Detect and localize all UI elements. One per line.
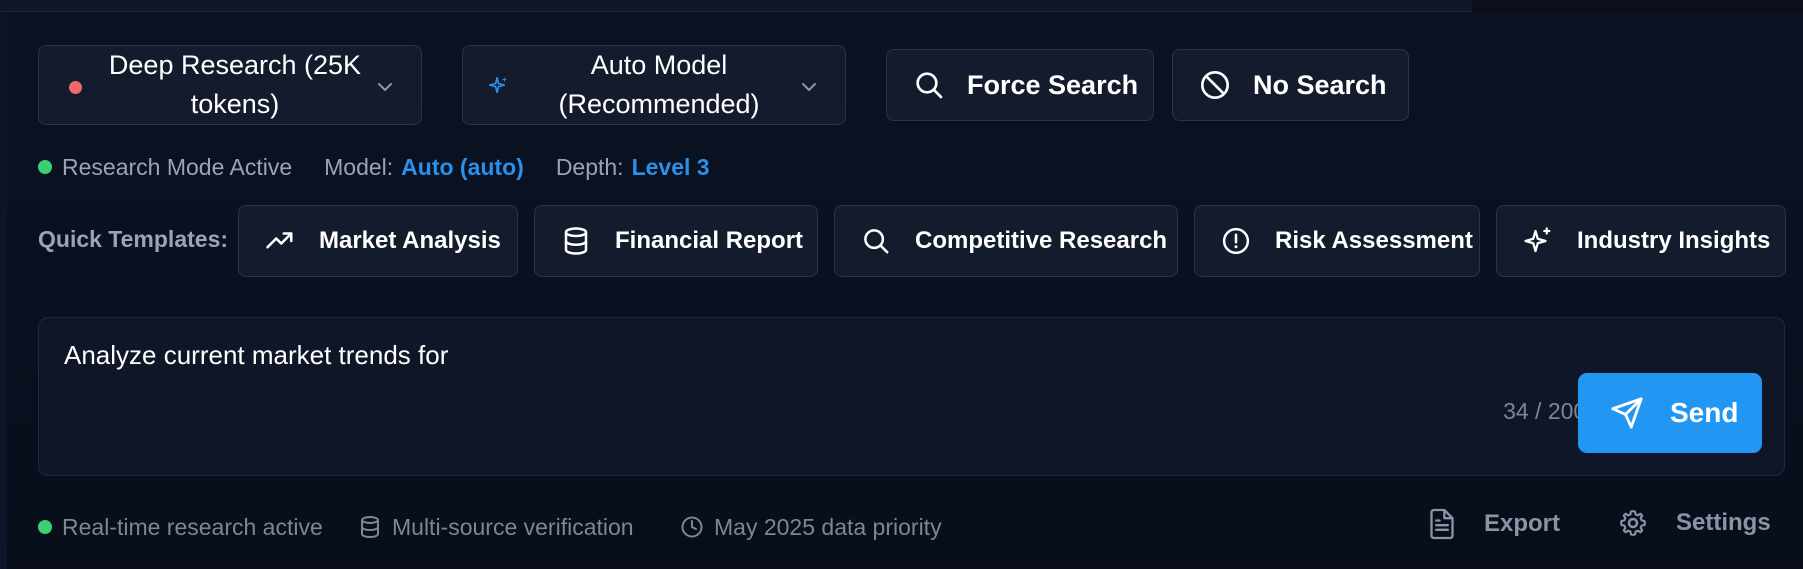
send-icon <box>1611 397 1643 429</box>
depth-status-label: Depth: <box>555 153 624 180</box>
chevron-down-icon <box>378 83 392 91</box>
prompt-input-text[interactable]: Analyze current market trends for <box>64 340 448 371</box>
top-header-strip <box>0 0 1803 12</box>
research-mode-label: Deep Research (25K tokens) <box>108 50 362 119</box>
prompt-input-area[interactable]: Analyze current market trends for 34 / 2… <box>38 317 1785 476</box>
template-industry-insights-button[interactable]: Industry Insights <box>1496 205 1786 277</box>
database-icon <box>564 227 588 255</box>
sparkle-icon <box>488 76 508 94</box>
model-select[interactable]: Auto Model (Recommended) <box>462 45 846 125</box>
left-edge-panel <box>0 12 7 569</box>
settings-button[interactable]: Settings <box>1618 508 1771 538</box>
footer-verification: Multi-source verification <box>358 512 634 542</box>
mode-indicator-dot <box>69 81 82 94</box>
active-status-dot <box>38 160 52 174</box>
research-mode-select[interactable]: Deep Research (25K tokens) <box>38 45 422 125</box>
alert-circle-icon <box>1222 227 1250 255</box>
top-header-strip-right <box>1472 0 1803 12</box>
research-status-line: Research Mode Active Model: Auto (auto) … <box>38 152 710 182</box>
template-label: Industry Insights <box>1577 227 1771 254</box>
trending-up-icon <box>266 232 293 249</box>
footer-priority: May 2025 data priority <box>680 512 942 542</box>
ban-icon <box>1201 71 1229 99</box>
file-text-icon <box>1430 508 1454 540</box>
realtime-text: Real-time research active <box>62 513 323 540</box>
settings-label: Settings <box>1676 509 1771 536</box>
priority-text: May 2025 data priority <box>714 513 942 540</box>
database-icon <box>361 516 379 539</box>
model-label: Auto Model (Recommended) <box>558 50 760 119</box>
template-label: Market Analysis <box>319 227 501 254</box>
verification-text: Multi-source verification <box>392 513 634 540</box>
search-icon <box>864 229 889 254</box>
template-label: Competitive Research <box>915 227 1168 254</box>
model-status-label: Model: <box>324 153 394 180</box>
model-status-value: Auto (auto) <box>401 153 524 180</box>
no-search-label: No Search <box>1253 69 1387 100</box>
sparkles-icon <box>1524 227 1551 253</box>
chevron-down-icon <box>802 83 816 91</box>
quick-templates-label: Quick Templates: <box>38 226 229 252</box>
template-risk-assessment-button[interactable]: Risk Assessment <box>1194 205 1480 277</box>
template-market-analysis-button[interactable]: Market Analysis <box>238 205 518 277</box>
realtime-status-dot <box>38 520 52 534</box>
force-search-label: Force Search <box>967 69 1139 100</box>
template-label: Financial Report <box>615 227 804 254</box>
depth-status-value: Level 3 <box>631 153 710 180</box>
search-icon <box>916 72 943 99</box>
no-search-button[interactable]: No Search <box>1172 49 1409 121</box>
export-button[interactable]: Export <box>1428 508 1560 540</box>
template-competitive-research-button[interactable]: Competitive Research <box>834 205 1178 277</box>
footer-realtime: Real-time research active <box>38 512 323 542</box>
send-button[interactable]: Send <box>1578 373 1762 453</box>
template-label: Risk Assessment <box>1275 227 1473 254</box>
gear-icon <box>1620 510 1646 536</box>
research-mode-status: Research Mode Active <box>62 153 293 180</box>
export-label: Export <box>1484 510 1561 537</box>
force-search-button[interactable]: Force Search <box>886 49 1154 121</box>
send-label: Send <box>1670 397 1739 428</box>
clock-icon <box>681 516 703 538</box>
template-financial-report-button[interactable]: Financial Report <box>534 205 818 277</box>
